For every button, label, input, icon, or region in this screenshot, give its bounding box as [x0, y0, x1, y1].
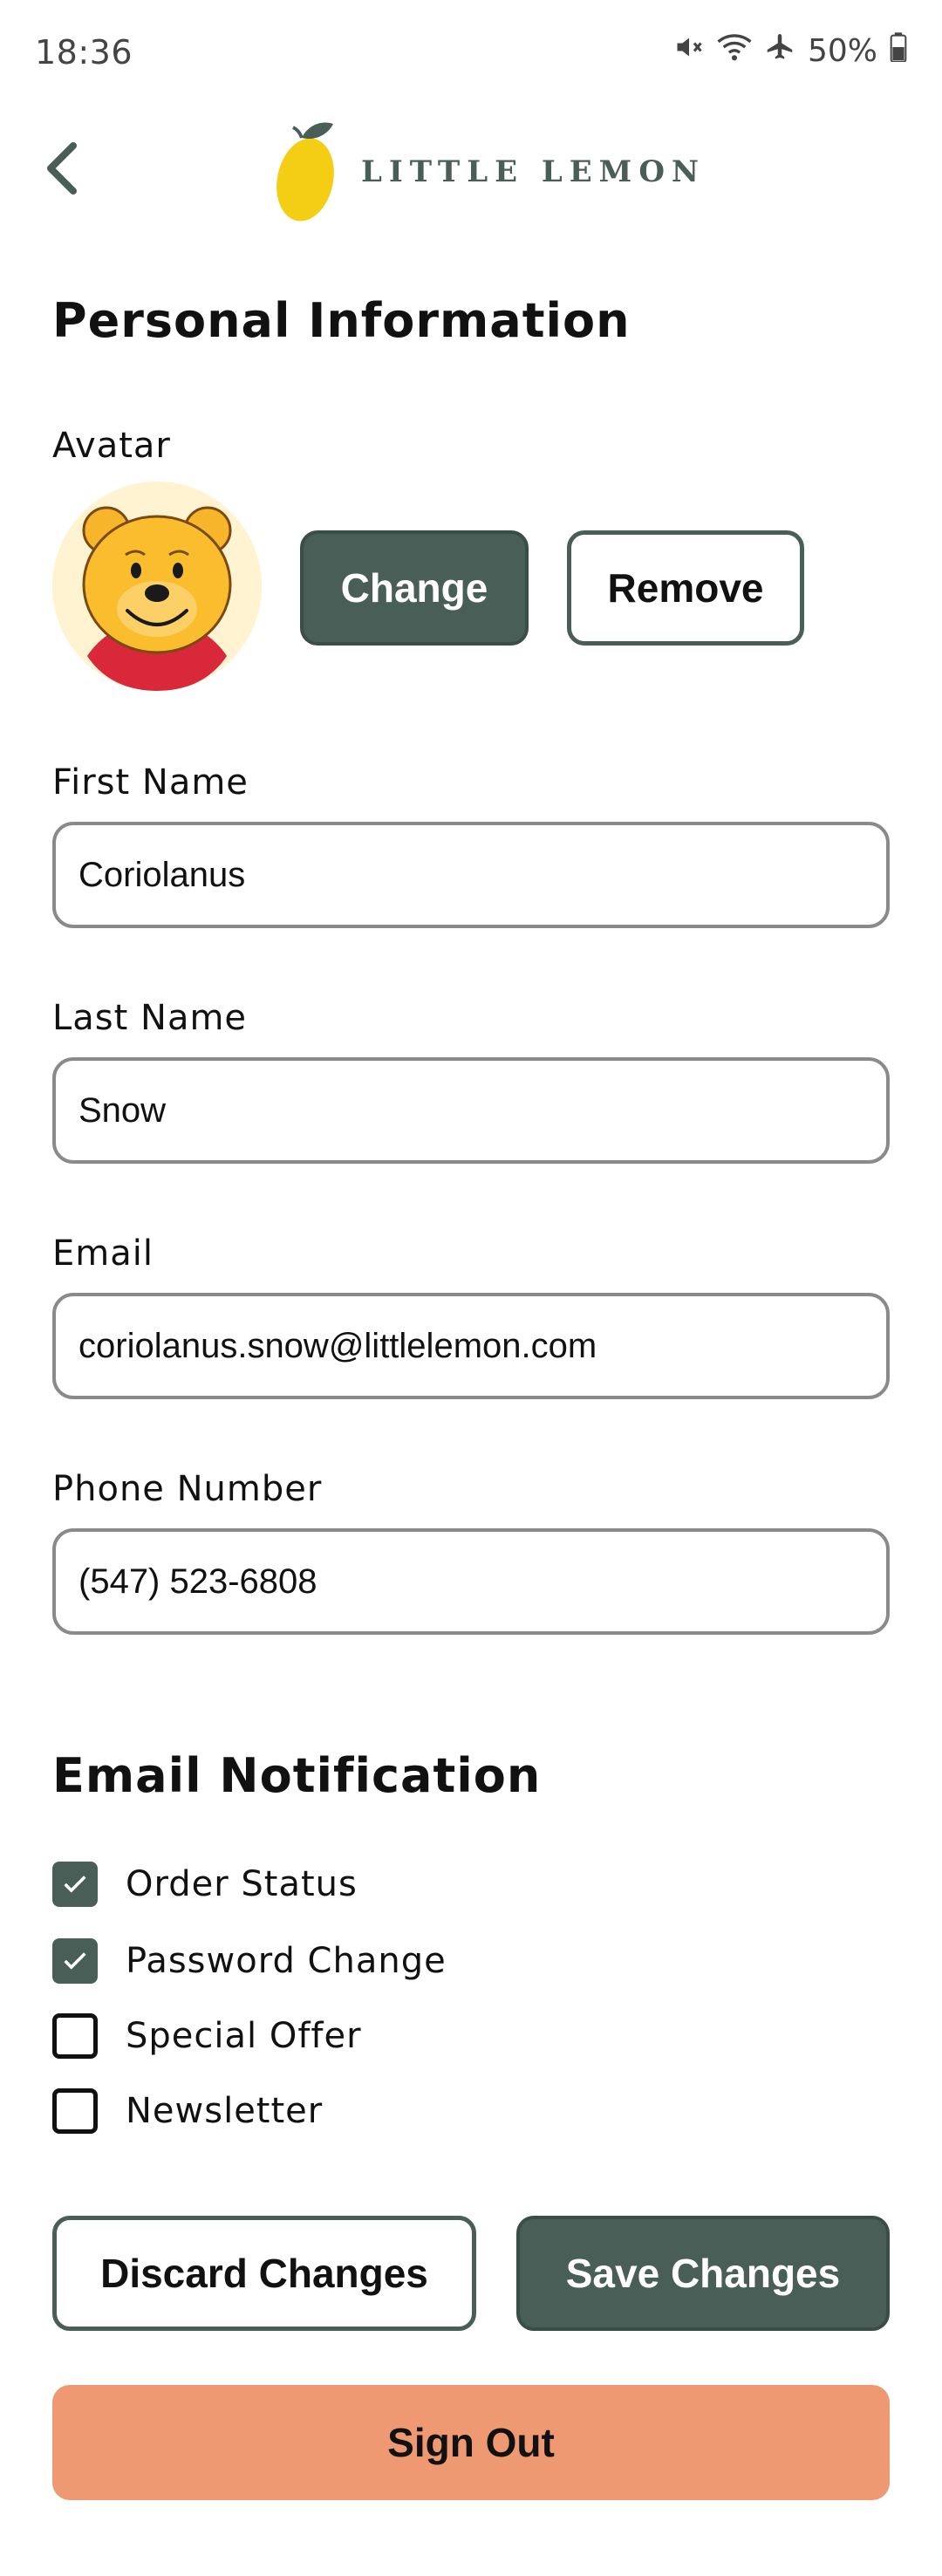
last-name-label: Last Name: [52, 998, 248, 1038]
checkbox-row-password-change[interactable]: Password Change: [52, 1938, 447, 1984]
lemon-icon: [270, 113, 340, 229]
status-time: 18:36: [35, 33, 133, 72]
password-change-checkbox[interactable]: [52, 1938, 98, 1984]
avatar: [52, 482, 262, 691]
remove-avatar-button[interactable]: Remove: [567, 530, 804, 646]
order-status-checkbox[interactable]: [52, 1862, 98, 1907]
order-status-label: Order Status: [126, 1864, 358, 1904]
battery-percent: 50%: [807, 33, 877, 69]
mute-icon: [673, 31, 705, 71]
battery-icon: [890, 32, 907, 70]
special-offer-label: Special Offer: [126, 2016, 362, 2056]
back-button[interactable]: [40, 140, 82, 201]
discard-changes-button[interactable]: Discard Changes: [52, 2216, 476, 2331]
first-name-field[interactable]: [52, 822, 890, 928]
save-changes-button[interactable]: Save Changes: [516, 2216, 890, 2331]
checkbox-row-special-offer[interactable]: Special Offer: [52, 2013, 362, 2059]
checkbox-row-order-status[interactable]: Order Status: [52, 1862, 358, 1907]
email-label: Email: [52, 1233, 154, 1274]
bear-avatar-image: [52, 482, 262, 691]
status-icons: 50%: [673, 31, 907, 71]
logo: LITTLE LEMON: [270, 113, 706, 229]
logo-text: LITTLE LEMON: [361, 154, 706, 189]
check-icon: [64, 1876, 86, 1893]
sign-out-button[interactable]: Sign Out: [52, 2385, 890, 2500]
newsletter-checkbox[interactable]: [52, 2088, 98, 2134]
last-name-field[interactable]: [52, 1057, 890, 1164]
checkbox-row-newsletter[interactable]: Newsletter: [52, 2088, 323, 2134]
chevron-left-icon: [45, 141, 77, 199]
password-change-label: Password Change: [126, 1941, 447, 1981]
phone-field[interactable]: [52, 1528, 890, 1635]
email-notification-title: Email Notification: [52, 1748, 542, 1803]
phone-label: Phone Number: [52, 1469, 323, 1509]
personal-info-title: Personal Information: [52, 293, 631, 348]
email-field[interactable]: [52, 1293, 890, 1399]
newsletter-label: Newsletter: [126, 2091, 324, 2131]
change-avatar-button[interactable]: Change: [300, 530, 529, 646]
avatar-label: Avatar: [52, 426, 171, 466]
first-name-label: First Name: [52, 762, 249, 803]
check-icon: [64, 1952, 86, 1970]
special-offer-checkbox[interactable]: [52, 2013, 98, 2059]
airplane-icon: [764, 31, 795, 71]
wifi-icon: [717, 31, 752, 71]
